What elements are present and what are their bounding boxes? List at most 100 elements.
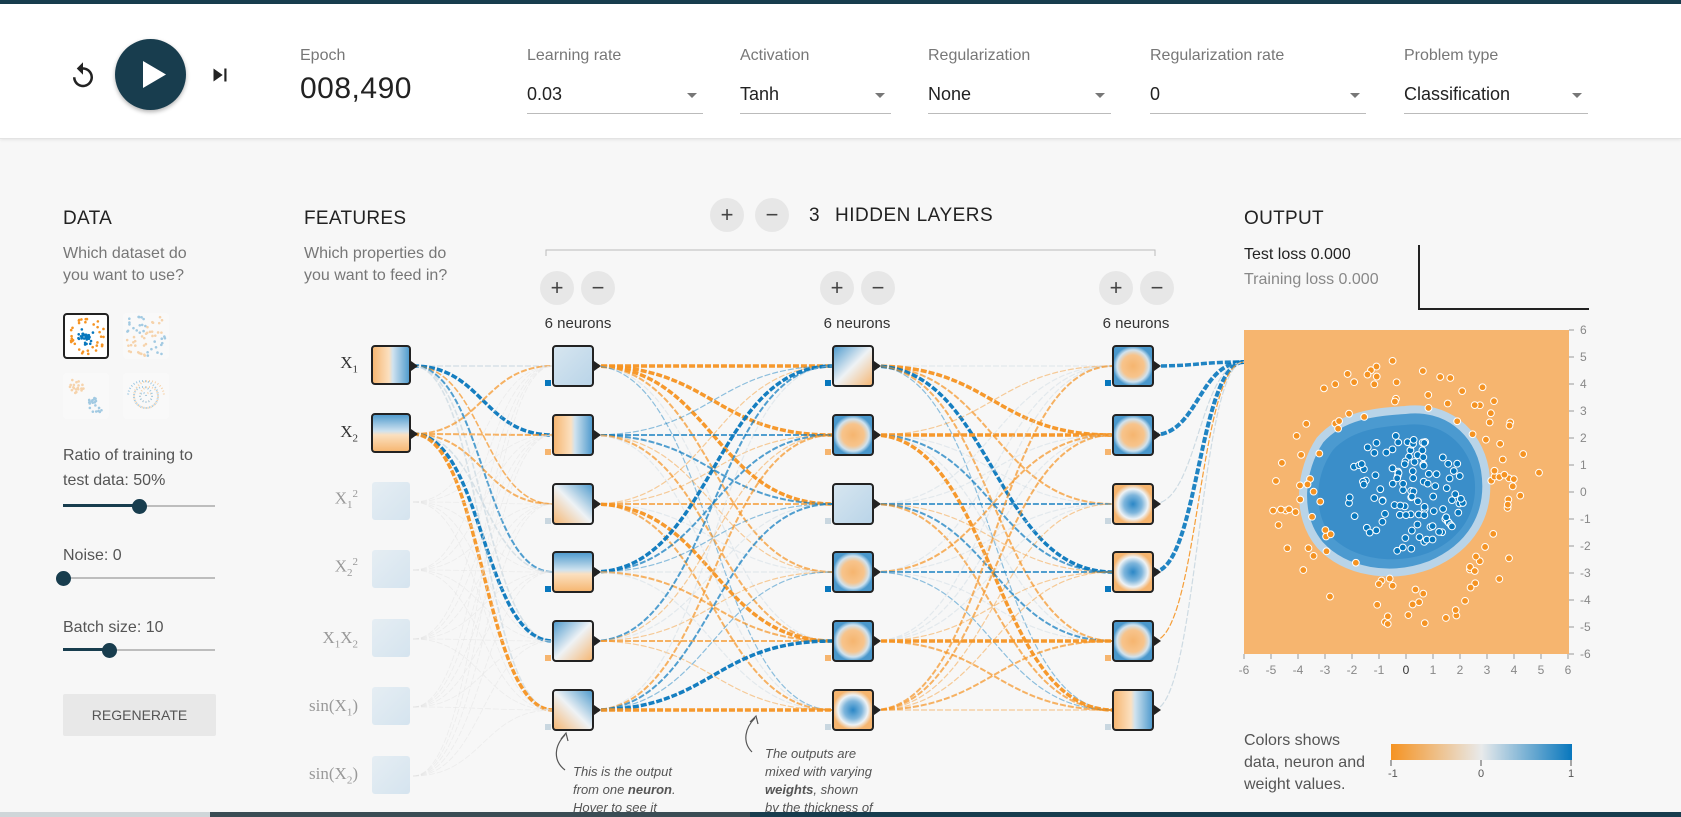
y-tick-label: 6 — [1580, 323, 1587, 337]
hidden-neuron[interactable] — [832, 483, 874, 525]
output-data-point — [1378, 497, 1387, 505]
color-legend-bar — [1391, 744, 1572, 760]
output-arrow-icon — [1154, 361, 1161, 371]
x-tick-label: 5 — [1538, 663, 1545, 677]
weight-link[interactable] — [412, 571, 554, 777]
weight-link[interactable] — [592, 640, 834, 711]
hidden-neuron[interactable] — [832, 551, 874, 593]
bias-square[interactable] — [545, 586, 551, 592]
hidden-neuron[interactable] — [552, 551, 594, 593]
x-tick-label: -4 — [1293, 663, 1304, 677]
feature-x1x2[interactable] — [372, 619, 410, 657]
weight-link[interactable] — [412, 365, 554, 777]
bias-square[interactable] — [545, 655, 551, 661]
output-data-point — [1350, 378, 1359, 387]
output-data-point — [1320, 384, 1328, 393]
weight-link[interactable] — [872, 365, 1114, 573]
hidden-neuron[interactable] — [552, 345, 594, 387]
output-data-point — [1269, 506, 1278, 515]
weight-link[interactable] — [592, 503, 834, 711]
weight-link[interactable] — [872, 503, 1114, 711]
output-data-point — [1285, 505, 1293, 514]
weight-link[interactable] — [872, 365, 1114, 711]
weight-link[interactable] — [412, 640, 554, 777]
output-data-point — [1359, 480, 1368, 489]
weight-link[interactable] — [872, 503, 1114, 711]
bias-square[interactable] — [545, 724, 551, 730]
output-data-point — [1343, 370, 1352, 378]
legend-min: -1 — [1388, 768, 1398, 780]
output-data-point — [1360, 413, 1369, 421]
output-data-point — [1398, 543, 1407, 552]
feature-sin-x1[interactable] — [372, 687, 410, 725]
bias-square[interactable] — [545, 518, 551, 524]
y-tick-label: -2 — [1580, 539, 1591, 553]
bias-square[interactable] — [1105, 449, 1111, 455]
y-tick-label: -1 — [1580, 512, 1591, 526]
weight-link[interactable] — [412, 709, 554, 777]
bias-square[interactable] — [825, 586, 831, 592]
bias-square[interactable] — [825, 724, 831, 730]
weight-link[interactable] — [592, 364, 834, 574]
bias-square[interactable] — [825, 449, 831, 455]
bias-square[interactable] — [1105, 586, 1111, 592]
hidden-neuron[interactable] — [832, 345, 874, 387]
horizontal-scrollbar[interactable] — [0, 812, 1681, 817]
weight-link[interactable] — [592, 571, 834, 642]
scrollbar-thumb[interactable] — [210, 812, 750, 817]
neuron-note-line1: This is the output — [573, 764, 672, 779]
bias-square[interactable] — [825, 518, 831, 524]
hidden-neuron[interactable] — [832, 689, 874, 731]
weight-link[interactable] — [872, 365, 1114, 436]
weight-link[interactable] — [592, 639, 834, 712]
output-data-point — [1381, 509, 1389, 518]
hidden-neuron[interactable] — [832, 620, 874, 662]
output-data-point — [1334, 424, 1343, 433]
bias-square[interactable] — [1105, 655, 1111, 661]
hidden-neuron[interactable] — [552, 689, 594, 731]
feature-x1[interactable] — [371, 345, 411, 385]
weight-link[interactable] — [412, 434, 554, 777]
output-data-point — [1420, 619, 1429, 628]
feature-x2[interactable] — [371, 413, 411, 453]
weight-link[interactable] — [412, 503, 554, 777]
weight-link[interactable] — [592, 365, 834, 711]
hidden-neuron[interactable] — [1112, 689, 1154, 731]
feature-x1-squared[interactable] — [372, 482, 410, 520]
bias-square[interactable] — [545, 449, 551, 455]
output-data-point — [1439, 505, 1447, 513]
weight-link[interactable] — [592, 503, 834, 711]
feature-x2-squared[interactable] — [372, 550, 410, 588]
weight-link[interactable] — [872, 364, 1114, 437]
hidden-neuron[interactable] — [1112, 483, 1154, 525]
bias-square[interactable] — [825, 380, 831, 386]
bias-square[interactable] — [1105, 724, 1111, 730]
weight-link[interactable] — [412, 434, 554, 640]
weight-link[interactable] — [592, 571, 834, 642]
weight-link[interactable] — [1152, 361, 1245, 642]
output-data-point — [1453, 459, 1462, 468]
hidden-neuron[interactable] — [1112, 414, 1154, 456]
hidden-neuron[interactable] — [552, 414, 594, 456]
weight-link[interactable] — [592, 365, 834, 573]
output-arrow-icon — [874, 567, 881, 577]
output-data-point — [1304, 544, 1313, 553]
bias-square[interactable] — [825, 655, 831, 661]
hidden-neuron[interactable] — [1112, 345, 1154, 387]
hidden-neuron[interactable] — [1112, 551, 1154, 593]
hidden-neuron[interactable] — [552, 483, 594, 525]
weight-link[interactable] — [872, 364, 1114, 574]
bias-square[interactable] — [545, 380, 551, 386]
bias-square[interactable] — [1105, 518, 1111, 524]
bias-square[interactable] — [1105, 380, 1111, 386]
hidden-neuron[interactable] — [832, 414, 874, 456]
weight-link[interactable] — [412, 365, 554, 708]
feature-sin-x2[interactable] — [372, 756, 410, 794]
output-data-point — [1413, 497, 1422, 506]
weight-link[interactable] — [1152, 361, 1245, 711]
hidden-neuron[interactable] — [552, 620, 594, 662]
hidden-neuron[interactable] — [1112, 620, 1154, 662]
output-data-point — [1461, 596, 1469, 605]
weight-link[interactable] — [1152, 360, 1245, 437]
output-heatmap[interactable] — [1244, 330, 1569, 654]
